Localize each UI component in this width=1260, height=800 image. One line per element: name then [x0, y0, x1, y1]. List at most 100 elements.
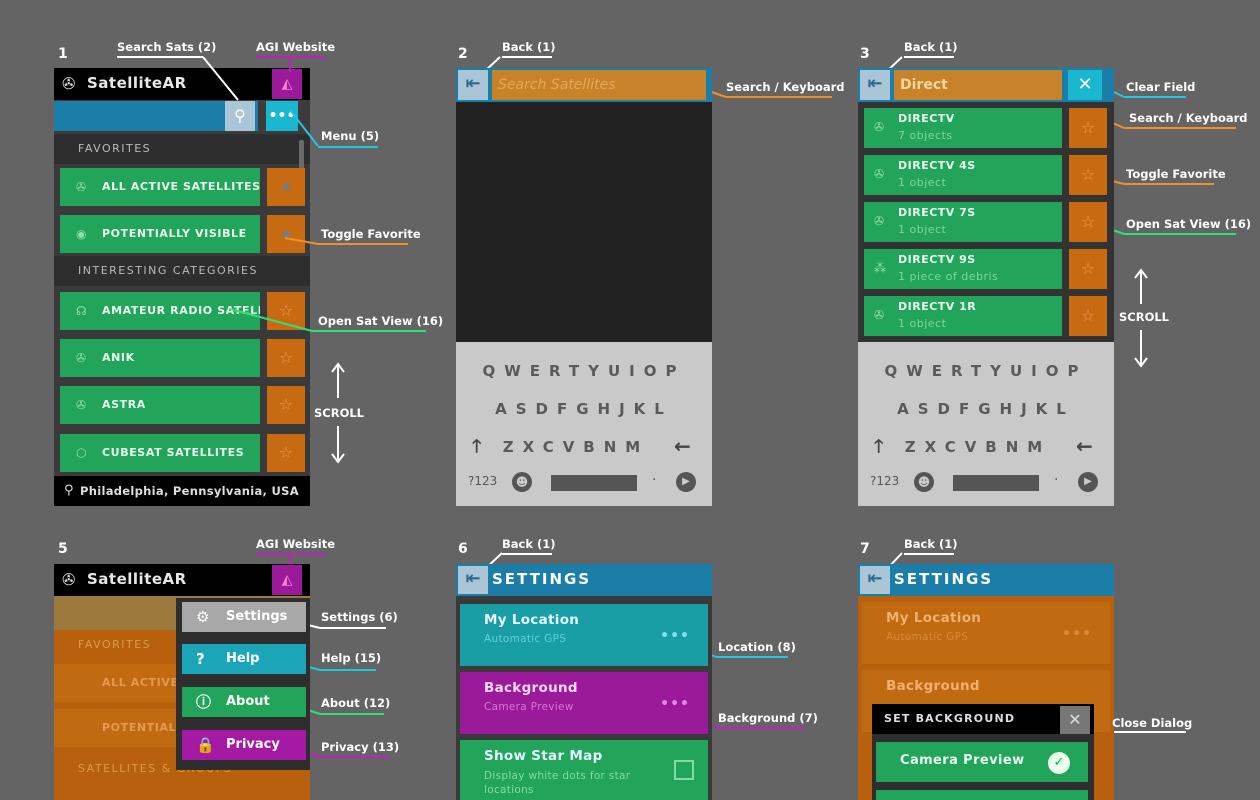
keyboard-row-1[interactable]: QWERTYUIOP: [456, 362, 712, 380]
settings-title: SETTINGS: [894, 570, 994, 588]
result-row[interactable]: ⁂ DIRECTV 9S 1 piece of debris: [864, 249, 1062, 289]
satellite-icon: ✇: [874, 167, 885, 181]
info-icon: ⓘ: [196, 693, 212, 711]
keyboard-row-3[interactable]: ZXCVBNM: [476, 438, 676, 456]
annotation-background: Background (7): [718, 711, 818, 725]
keyboard-row-3[interactable]: ZXCVBNM: [878, 438, 1078, 456]
annotation-agi-website: AGI Website: [256, 40, 335, 58]
annotation-back: Back (1): [502, 40, 556, 58]
result-row[interactable]: ✇ DIRECTV 7S 1 object: [864, 202, 1062, 242]
agi-website-button[interactable]: ◭: [272, 565, 302, 595]
backspace-icon[interactable]: ←: [1076, 434, 1093, 458]
favorite-star-icon[interactable]: ☆: [1069, 202, 1107, 242]
satellite-logo-icon: ✇: [62, 570, 76, 589]
result-title: DIRECTV 1R: [898, 300, 977, 313]
more-dots-icon[interactable]: •••: [660, 628, 690, 644]
dimmed-favorites-header: FAVORITES: [78, 638, 152, 651]
annotation-about: About (12): [321, 696, 391, 710]
setting-title: My Location: [484, 612, 580, 628]
dialog-option-label: Camera Preview: [900, 753, 1025, 768]
annotation-settings: Settings (6): [321, 610, 398, 624]
setting-subtitle: Automatic GPS: [484, 633, 567, 645]
annotation-privacy: Privacy (13): [321, 740, 400, 754]
keyboard-row-1[interactable]: QWERTYUIOP: [858, 362, 1114, 380]
annotation-toggle-favorite: Toggle Favorite: [321, 227, 421, 241]
search-screen-empty: ⇤ Search Satellites QWERTYUIOP ASDFGHJKL…: [456, 68, 712, 506]
search-input[interactable]: Direct: [894, 70, 1062, 100]
result-subtitle: 1 piece of debris: [898, 270, 999, 283]
back-arrow-icon[interactable]: ⇤: [860, 566, 890, 594]
favorite-star-icon[interactable]: ☆: [1069, 155, 1107, 195]
menu-item-help[interactable]: ? Help: [182, 644, 306, 674]
setting-title: Show Star Map: [484, 748, 603, 764]
settings-screen: ⇤ SETTINGS My Location Automatic GPS •••…: [456, 564, 712, 800]
setting-background[interactable]: Background Camera Preview •••: [460, 672, 708, 734]
space-bar[interactable]: [953, 475, 1039, 491]
result-row[interactable]: ✇ DIRECTV 7 objects: [864, 108, 1062, 148]
search-input[interactable]: Search Satellites: [492, 70, 706, 100]
emoji-icon[interactable]: ☻: [512, 472, 532, 492]
keyboard: QWERTYUIOP ASDFGHJKL 🡑 ZXCVBNM ← ?123 ☻ …: [456, 342, 712, 506]
clear-field-icon[interactable]: ✕: [1068, 70, 1102, 100]
setting-subtitle: Display white dots for star locations: [484, 770, 631, 796]
dialog-header: SET BACKGROUND ✕: [872, 704, 1094, 734]
dialog-option-camera-preview[interactable]: Camera Preview ✓: [876, 742, 1088, 782]
lock-icon: 🔒: [196, 736, 215, 754]
annotation-search-keyboard: Search / Keyboard: [726, 80, 845, 94]
enter-icon[interactable]: ▶: [676, 472, 696, 492]
close-icon[interactable]: ✕: [1060, 706, 1090, 734]
dialog-option-next[interactable]: [876, 790, 1088, 800]
emoji-icon[interactable]: ☻: [914, 472, 934, 492]
result-title: DIRECTV: [898, 112, 955, 125]
menu-item-label: Help: [226, 651, 260, 666]
question-icon: ?: [196, 650, 205, 668]
menu-item-label: Privacy: [226, 737, 280, 752]
favorite-star-icon[interactable]: ☆: [1069, 108, 1107, 148]
result-title: DIRECTV 4S: [898, 159, 976, 172]
annotation-toggle-favorite: Toggle Favorite: [1126, 167, 1226, 181]
annotation-back: Back (1): [904, 40, 958, 58]
result-row[interactable]: ✇ DIRECTV 4S 1 object: [864, 155, 1062, 195]
period-key[interactable]: ·: [1054, 472, 1058, 488]
result-row[interactable]: ✇ DIRECTV 1R 1 object: [864, 296, 1062, 336]
enter-icon[interactable]: ▶: [1078, 472, 1098, 492]
symbols-key[interactable]: ?123: [468, 474, 497, 488]
backspace-icon[interactable]: ←: [674, 434, 691, 458]
annotation-help: Help (15): [321, 651, 382, 665]
search-screen-results: ⇤ Direct ✕ ✇ DIRECTV 7 objects ☆ ✇ DIREC…: [858, 68, 1114, 506]
keyboard-row-2[interactable]: ASDFGHJKL: [858, 400, 1114, 418]
menu-item-settings[interactable]: ⚙ Settings: [182, 602, 306, 632]
annotation-scroll: SCROLL: [1119, 310, 1170, 324]
back-arrow-icon[interactable]: ⇤: [458, 566, 488, 594]
more-dots-icon[interactable]: •••: [660, 696, 690, 712]
annotation-menu: Menu (5): [321, 129, 380, 143]
back-arrow-icon[interactable]: ⇤: [458, 70, 488, 100]
keyboard-bottom-row: ?123 ☻ · ▶: [858, 464, 1114, 494]
menu-item-about[interactable]: ⓘ About: [182, 687, 306, 717]
favorite-star-icon[interactable]: ☆: [1069, 249, 1107, 289]
space-bar[interactable]: [551, 475, 637, 491]
debris-icon: ⁂: [874, 261, 886, 275]
symbols-key[interactable]: ?123: [870, 474, 899, 488]
star-map-checkbox[interactable]: [674, 760, 694, 780]
annotation-open-sat-view: Open Sat View (16): [318, 314, 444, 328]
settings-title: SETTINGS: [492, 570, 592, 588]
annotation-search-keyboard: Search / Keyboard: [1129, 111, 1248, 125]
favorite-star-icon[interactable]: ☆: [1069, 296, 1107, 336]
keyboard: QWERTYUIOP ASDFGHJKL 🡑 ZXCVBNM ← ?123 ☻ …: [858, 342, 1114, 506]
dialog-title: SET BACKGROUND: [884, 712, 1016, 725]
satellite-icon: ✇: [874, 120, 885, 134]
annotation-back: Back (1): [904, 537, 958, 555]
period-key[interactable]: ·: [652, 472, 656, 488]
keyboard-row-2[interactable]: ASDFGHJKL: [456, 400, 712, 418]
setting-my-location[interactable]: My Location Automatic GPS •••: [460, 604, 708, 666]
back-arrow-icon[interactable]: ⇤: [860, 70, 890, 100]
dropdown-menu: ⚙ Settings ? Help ⓘ About 🔒 Privacy: [176, 598, 310, 770]
annotation-back: Back (1): [502, 537, 556, 555]
menu-item-privacy[interactable]: 🔒 Privacy: [182, 730, 306, 760]
result-subtitle: 1 object: [898, 317, 947, 330]
set-background-dialog: SET BACKGROUND ✕ Camera Preview ✓: [872, 704, 1094, 800]
annotation-agi-website: AGI Website: [256, 537, 335, 555]
setting-star-map[interactable]: Show Star Map Display white dots for sta…: [460, 740, 708, 800]
dimmed-row-label: POTENTIALL: [102, 721, 184, 734]
